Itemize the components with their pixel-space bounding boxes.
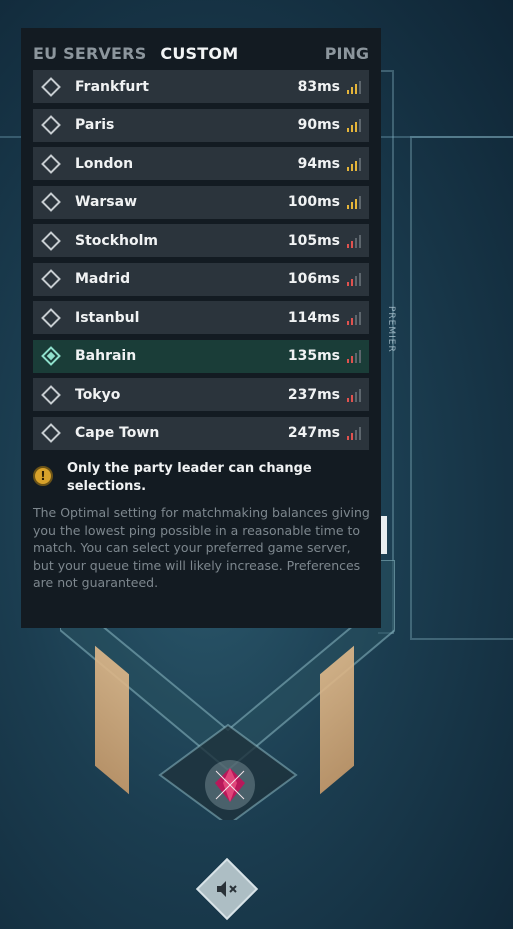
server-row-stockholm[interactable]: Stockholm 105ms [33,224,369,257]
side-strip [381,516,387,554]
mute-button[interactable] [195,857,259,921]
ping-column-header: PING [324,43,369,63]
diamond-selected-icon [41,346,61,366]
party-leader-notice: ! Only the party leader can change selec… [33,460,369,496]
panel-header: EU SERVERS CUSTOM PING [33,42,369,64]
server-row-london[interactable]: London 94ms [33,147,369,180]
signal-strength-icon [347,349,361,363]
diamond-icon [41,384,61,405]
diamond-icon [41,115,61,135]
signal-strength-icon [347,272,361,286]
server-row-cape-town[interactable]: Cape Town 247ms [33,416,369,450]
diamond-icon [41,192,61,212]
premier-label: PREMIER [386,306,396,353]
server-list: Frankfurt 83ms Paris 90ms London 94ms Warsaw 10… [33,70,369,455]
signal-strength-icon [347,195,361,209]
server-name: London [75,155,134,172]
server-ping: 100ms [287,194,340,210]
rank-emblem [205,760,255,810]
diamond-icon [41,269,61,289]
server-name: Stockholm [75,232,158,249]
signal-strength-icon [347,426,361,440]
server-name: Madrid [75,271,131,287]
server-row-madrid[interactable]: Madrid 106ms [33,262,369,296]
signal-strength-icon [347,388,361,402]
server-name: Warsaw [75,194,138,210]
diamond-icon [41,76,61,97]
notice-text: Only the party leader can change selecti… [67,461,312,494]
diamond-icon [41,423,61,443]
signal-strength-icon [347,157,361,171]
server-ping: 247ms [287,425,340,441]
server-row-tokyo[interactable]: Tokyo 237ms [33,378,369,411]
server-select-panel: EU SERVERS CUSTOM PING Frankfurt 83ms Pari… [21,28,381,628]
diamond-icon [41,230,61,251]
server-ping: 83ms [297,78,340,95]
diamond-icon [41,153,61,174]
bg-frame-right [410,136,513,640]
server-name: Paris [75,117,115,133]
signal-strength-icon [347,311,361,325]
server-ping: 135ms [287,348,340,364]
server-name: Bahrain [75,348,137,364]
server-row-paris[interactable]: Paris 90ms [33,108,369,142]
server-row-istanbul[interactable]: Istanbul 114ms [33,301,369,334]
server-ping: 237ms [287,386,340,403]
server-ping: 106ms [287,271,340,287]
server-name: Istanbul [75,309,140,326]
server-ping: 94ms [297,155,340,172]
server-ping: 114ms [287,309,340,326]
server-name: Frankfurt [75,78,149,95]
rank-crystal-icon [215,768,245,802]
signal-strength-icon [347,80,361,94]
server-row-frankfurt[interactable]: Frankfurt 83ms [33,70,369,103]
server-row-warsaw[interactable]: Warsaw 100ms [33,185,369,219]
signal-strength-icon [347,234,361,248]
server-name: Cape Town [75,425,160,441]
optimal-setting-description: The Optimal setting for matchmaking bala… [33,505,370,591]
warning-icon: ! [33,466,53,486]
server-ping: 105ms [287,232,340,249]
signal-strength-icon [347,118,361,132]
server-ping: 90ms [297,117,340,133]
tab-custom[interactable]: CUSTOM [160,44,238,63]
diamond-icon [41,307,61,328]
tab-eu-servers[interactable]: EU SERVERS [33,44,146,63]
speaker-muted-icon [217,881,237,897]
server-name: Tokyo [75,386,121,403]
server-row-bahrain[interactable]: Bahrain 135ms [33,339,369,373]
